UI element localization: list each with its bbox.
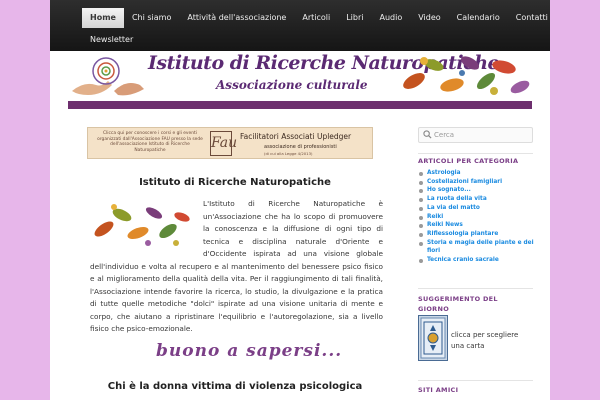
page: Home Chi siamo Attività dell'associazion… (50, 0, 550, 400)
content-area: Clicca qui per conoscere i corsi e gli e… (50, 109, 550, 400)
search-box (418, 127, 533, 143)
fau-ad-banner[interactable]: Clicca qui per conoscere i corsi e gli e… (87, 127, 373, 159)
nav-row-primary: Home Chi siamo Attività dell'associazion… (82, 8, 550, 28)
nav-item-contatti[interactable]: Contatti (508, 8, 550, 28)
fau-ad-left-text: Clicca qui per conoscere i corsi e gli e… (97, 131, 203, 153)
site-subtitle: Associazione culturale (216, 78, 368, 92)
friends-widget-title: SITI AMICI (418, 386, 459, 394)
category-link[interactable]: Astrologia (418, 169, 540, 178)
header-divider-bar (68, 101, 532, 109)
floral-article-image (94, 204, 190, 246)
card-caption[interactable]: clicca per scegliere una carta (451, 330, 533, 352)
sidebar-separator (418, 380, 533, 381)
floral-decoration (403, 56, 530, 95)
category-link[interactable]: Costellazioni famigliari (418, 178, 540, 187)
nav-item-chi-siamo[interactable]: Chi siamo (124, 8, 179, 28)
article-title: Istituto di Ricerche Naturopatiche (139, 177, 331, 188)
tarot-card-image[interactable] (418, 315, 448, 361)
nav-item-attivita[interactable]: Attività dell'associazione (179, 8, 294, 28)
category-link[interactable]: Riflessologia plantare (418, 230, 540, 239)
sidebar-separator (418, 153, 533, 154)
fau-ad-name: Facilitatori Associati Upledger (240, 132, 352, 141)
main-navigation: Home Chi siamo Attività dell'associazion… (50, 0, 550, 51)
fau-ad-legal: (di cui alla Legge 4/2013) (264, 151, 313, 156)
category-link[interactable]: Reiki (418, 213, 540, 222)
search-input[interactable] (434, 129, 530, 141)
category-list: Astrologia Costellazioni famigliari Ho s… (418, 169, 540, 265)
nav-item-articoli[interactable]: Articoli (294, 8, 338, 28)
category-link[interactable]: Ho sognato... (418, 186, 540, 195)
search-icon (423, 130, 432, 139)
nav-item-libri[interactable]: Libri (338, 8, 371, 28)
nav-item-calendario[interactable]: Calendario (449, 8, 508, 28)
header-banner[interactable]: Istituto di Ricerche Naturopatiche Assoc… (68, 51, 532, 99)
nav-item-video[interactable]: Video (410, 8, 448, 28)
fau-logo: Fau (210, 131, 237, 156)
category-link[interactable]: La ruota della vita (418, 195, 540, 204)
category-link[interactable]: Tecnica cranio sacrale (418, 256, 540, 265)
buono-a-sapersi-heading: buono a sapersi... (156, 341, 343, 361)
post-title-link[interactable]: Chi è la donna vittima di violenza psico… (90, 381, 380, 392)
suggestion-widget-title: SUGGERIMENTO DEL GIORNO (418, 295, 498, 313)
hands-spiral-illustration (72, 57, 144, 96)
sidebar-separator (418, 288, 533, 289)
nav-item-home[interactable]: Home (82, 8, 124, 28)
category-link[interactable]: La via del matto (418, 204, 540, 213)
nav-item-audio[interactable]: Audio (371, 8, 410, 28)
nav-row-secondary: Newsletter (82, 30, 141, 50)
category-link[interactable]: Storia e magia delle piante e dei fiori (418, 239, 540, 256)
categories-widget-title: ARTICOLI PER CATEGORIA (418, 157, 519, 165)
fau-ad-description: associazione di professionisti (264, 144, 337, 150)
category-link[interactable]: Reiki News (418, 221, 540, 230)
nav-item-newsletter[interactable]: Newsletter (82, 30, 141, 50)
